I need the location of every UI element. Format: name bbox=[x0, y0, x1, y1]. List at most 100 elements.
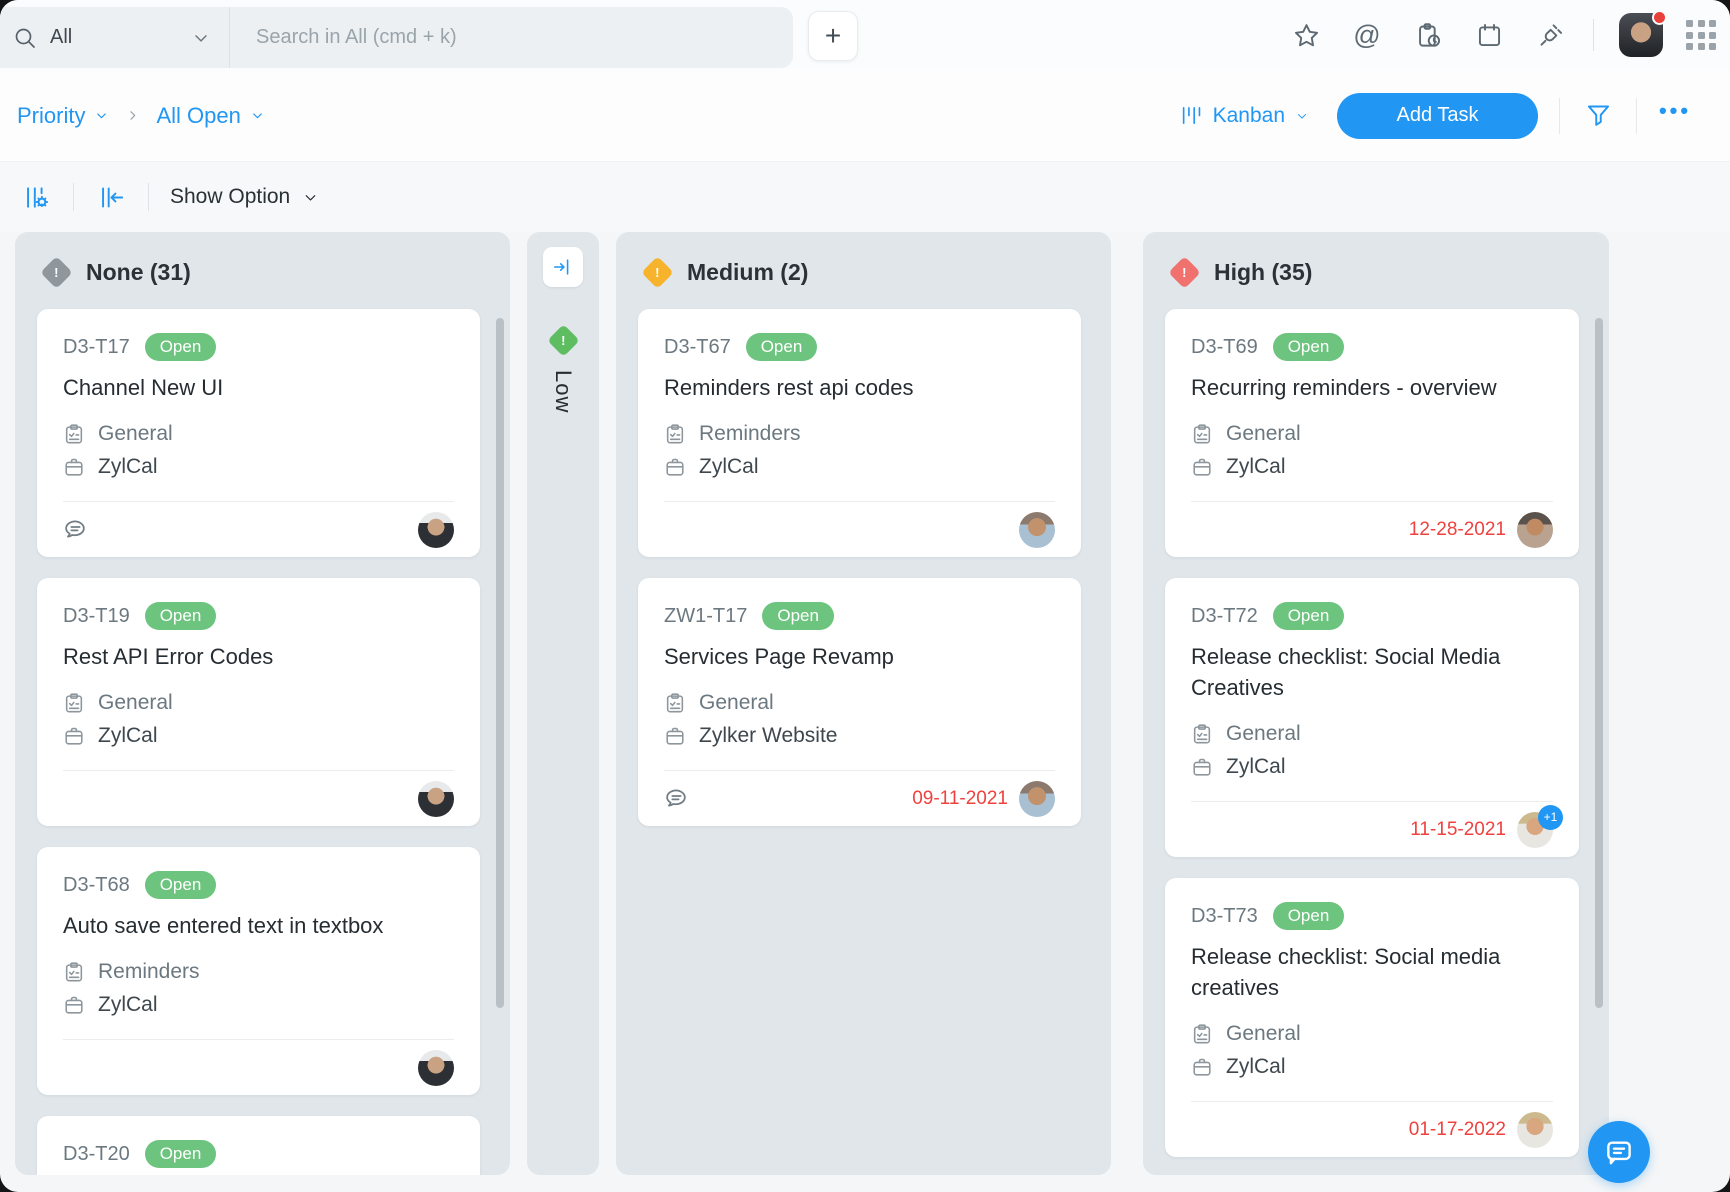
project-name: ZylCal bbox=[98, 724, 158, 748]
task-card[interactable]: ZW1-T17 Open Services Page Revamp Genera… bbox=[638, 578, 1081, 826]
expand-right-icon bbox=[552, 256, 574, 278]
task-title: Rest API Error Codes bbox=[63, 641, 454, 672]
assignee-overflow-badge[interactable]: +1 bbox=[1538, 805, 1563, 830]
add-task-button[interactable]: Add Task bbox=[1337, 93, 1538, 139]
status-badge: Open bbox=[1273, 602, 1345, 630]
assignee-avatar[interactable] bbox=[1019, 512, 1055, 548]
view-toolbar: Priority All Open Kanban Add Task ••• bbox=[0, 70, 1730, 162]
divider bbox=[1593, 19, 1594, 51]
task-card[interactable]: D3-T19 Open Rest API Error Codes General… bbox=[37, 578, 480, 826]
column-cards: D3-T69 Open Recurring reminders - overvi… bbox=[1143, 286, 1609, 1175]
tasklist-icon bbox=[1191, 423, 1213, 445]
column-cards: D3-T67 Open Reminders rest api codes Rem… bbox=[616, 286, 1111, 826]
assignee-avatar[interactable] bbox=[1019, 781, 1055, 817]
project-icon bbox=[1191, 456, 1213, 478]
assignee-avatar[interactable] bbox=[1517, 512, 1553, 548]
divider bbox=[148, 183, 149, 211]
assignee-avatar[interactable] bbox=[1517, 1112, 1553, 1148]
comment-icon[interactable] bbox=[664, 786, 689, 811]
breadcrumb-all-open[interactable]: All Open bbox=[156, 103, 264, 129]
project-name: ZylCal bbox=[98, 993, 158, 1017]
task-title: Release checklist: Social Media Creative… bbox=[1191, 641, 1553, 703]
breadcrumb-priority[interactable]: Priority bbox=[17, 103, 109, 129]
task-id: D3-T20 bbox=[63, 1143, 130, 1166]
status-badge: Open bbox=[746, 333, 818, 361]
top-icon-group: @ bbox=[1263, 0, 1716, 70]
task-card[interactable]: D3-T20 Open URL Unfurling General bbox=[37, 1116, 480, 1175]
task-title: Recurring reminders - overview bbox=[1191, 372, 1553, 403]
breadcrumb-priority-label: Priority bbox=[17, 103, 85, 129]
favorites-button[interactable] bbox=[1288, 17, 1324, 53]
plus-icon: + bbox=[825, 20, 841, 52]
breadcrumb-separator-icon bbox=[125, 108, 140, 123]
column-medium: ! Medium (2) D3-T67 Open Reminders rest … bbox=[616, 232, 1111, 1175]
task-id: D3-T17 bbox=[63, 336, 130, 359]
priority-low-icon: ! bbox=[547, 324, 580, 357]
chat-fab-button[interactable] bbox=[1588, 1121, 1650, 1183]
priority-high-icon: ! bbox=[1168, 256, 1201, 289]
search-scope-select[interactable]: All bbox=[0, 7, 229, 68]
show-option-label: Show Option bbox=[170, 185, 290, 209]
show-option-dropdown[interactable]: Show Option bbox=[170, 185, 319, 209]
user-avatar[interactable] bbox=[1619, 13, 1663, 57]
toolbar-right-group: Kanban Add Task ••• bbox=[1180, 93, 1692, 139]
mentions-button[interactable]: @ bbox=[1349, 17, 1385, 53]
chevron-down-icon bbox=[1295, 109, 1309, 123]
comment-icon[interactable] bbox=[63, 517, 88, 542]
column-cards: D3-T17 Open Channel New UI General ZylCa… bbox=[15, 286, 510, 1175]
project-name: ZylCal bbox=[1226, 1055, 1286, 1079]
assignee-avatar[interactable] bbox=[418, 512, 454, 548]
project-name: ZylCal bbox=[699, 455, 759, 479]
view-switcher[interactable]: Kanban bbox=[1180, 104, 1309, 128]
task-card[interactable]: D3-T68 Open Auto save entered text in te… bbox=[37, 847, 480, 1095]
kanban-board: ! None (31) D3-T17 Open Channel New UI G… bbox=[0, 232, 1730, 1175]
tasklist-name: General bbox=[98, 691, 173, 715]
new-item-button[interactable]: + bbox=[808, 11, 858, 61]
plug-icon bbox=[1537, 22, 1564, 49]
tasklist-icon bbox=[1191, 723, 1213, 745]
task-title: Release checklist: Social media creative… bbox=[1191, 941, 1553, 1003]
task-id: D3-T69 bbox=[1191, 336, 1258, 359]
status-badge: Open bbox=[145, 333, 217, 361]
due-date: 12-28-2021 bbox=[1409, 519, 1506, 541]
global-search: All bbox=[0, 7, 793, 68]
chevron-down-icon bbox=[250, 108, 265, 123]
assignee-avatar[interactable] bbox=[418, 781, 454, 817]
tasklist-name: General bbox=[1226, 1022, 1301, 1046]
chevron-down-icon bbox=[94, 108, 109, 123]
assignee-avatar[interactable] bbox=[418, 1050, 454, 1086]
more-options-button[interactable]: ••• bbox=[1658, 99, 1692, 133]
collapse-columns-button[interactable] bbox=[95, 181, 127, 213]
status-badge: Open bbox=[762, 602, 834, 630]
project-name: ZylCal bbox=[1226, 455, 1286, 479]
project-name: Zylker Website bbox=[699, 724, 837, 748]
breadcrumb-all-open-label: All Open bbox=[156, 103, 240, 129]
column-title: High (35) bbox=[1214, 259, 1312, 286]
task-card[interactable]: D3-T17 Open Channel New UI General ZylCa… bbox=[37, 309, 480, 557]
search-input[interactable] bbox=[230, 26, 793, 49]
status-badge: Open bbox=[1273, 902, 1345, 930]
task-id: ZW1-T17 bbox=[664, 605, 747, 628]
task-card[interactable]: D3-T67 Open Reminders rest api codes Rem… bbox=[638, 309, 1081, 557]
integrations-button[interactable] bbox=[1532, 17, 1568, 53]
divider bbox=[1636, 98, 1637, 134]
task-card[interactable]: D3-T69 Open Recurring reminders - overvi… bbox=[1165, 309, 1579, 557]
column-scrollbar[interactable] bbox=[1595, 318, 1603, 1008]
timesheet-button[interactable] bbox=[1410, 17, 1446, 53]
calendar-button[interactable] bbox=[1471, 17, 1507, 53]
task-card[interactable]: D3-T73 Open Release checklist: Social me… bbox=[1165, 878, 1579, 1157]
project-icon bbox=[1191, 756, 1213, 778]
due-date: 09-11-2021 bbox=[912, 788, 1008, 810]
task-card[interactable]: D3-T72 Open Release checklist: Social Me… bbox=[1165, 578, 1579, 857]
column-header: ! None (31) bbox=[15, 232, 510, 286]
board-options-bar: Show Option bbox=[0, 162, 1730, 232]
apps-grid-icon[interactable] bbox=[1686, 20, 1716, 50]
filter-button[interactable] bbox=[1581, 99, 1615, 133]
board-settings-button[interactable] bbox=[20, 181, 52, 213]
tasklist-icon bbox=[1191, 1023, 1213, 1045]
assignee-avatar[interactable]: +1 bbox=[1517, 812, 1553, 848]
expand-column-button[interactable] bbox=[543, 247, 583, 287]
column-scrollbar[interactable] bbox=[496, 318, 504, 1008]
collapse-left-icon bbox=[98, 184, 125, 211]
column-header: ! Medium (2) bbox=[616, 232, 1111, 286]
